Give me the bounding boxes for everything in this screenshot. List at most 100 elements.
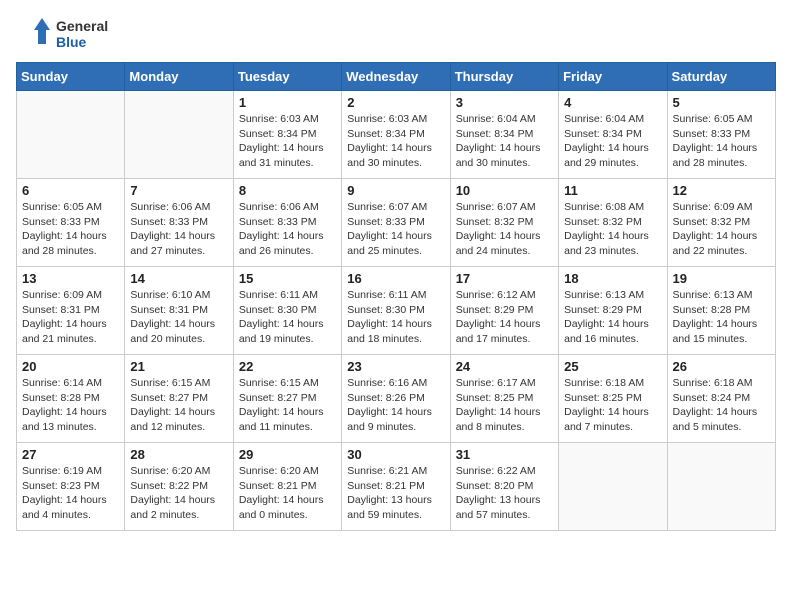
day-number: 5 xyxy=(673,95,770,110)
day-number: 6 xyxy=(22,183,119,198)
day-info: Sunrise: 6:04 AM Sunset: 8:34 PM Dayligh… xyxy=(456,112,553,171)
calendar-cell: 16Sunrise: 6:11 AM Sunset: 8:30 PM Dayli… xyxy=(342,267,450,355)
calendar-week-row: 6 Sunrise: 6:05 AM Sunset: 8:33 PM Daylig… xyxy=(17,179,776,267)
day-number: 21 xyxy=(130,359,227,374)
day-info: Sunrise: 6:15 AM Sunset: 8:27 PM Dayligh… xyxy=(130,376,227,435)
day-info: Sunrise: 6:05 AM Sunset: 8:33 PM Dayligh… xyxy=(22,200,119,259)
calendar-cell: 3 Sunrise: 6:04 AM Sunset: 8:34 PM Daylig… xyxy=(450,91,558,179)
calendar-cell: 29Sunrise: 6:20 AM Sunset: 8:21 PM Dayli… xyxy=(233,443,341,531)
weekday-header: Wednesday xyxy=(342,63,450,91)
day-info: Sunrise: 6:06 AM Sunset: 8:33 PM Dayligh… xyxy=(130,200,227,259)
calendar-cell: 14 Sunrise: 6:10 AM Sunset: 8:31 PM Dayli… xyxy=(125,267,233,355)
calendar-cell: 18 Sunrise: 6:13 AM Sunset: 8:29 PM Dayli… xyxy=(559,267,667,355)
day-number: 29 xyxy=(239,447,336,462)
day-number: 14 xyxy=(130,271,227,286)
day-number: 17 xyxy=(456,271,553,286)
day-info: Sunrise: 6:13 AM Sunset: 8:29 PM Dayligh… xyxy=(564,288,661,347)
weekday-header: Saturday xyxy=(667,63,775,91)
weekday-header: Friday xyxy=(559,63,667,91)
logo-text: General Blue xyxy=(56,18,108,50)
day-number: 22 xyxy=(239,359,336,374)
day-number: 24 xyxy=(456,359,553,374)
day-info: Sunrise: 6:20 AM Sunset: 8:22 PM Dayligh… xyxy=(130,464,227,523)
page-header: General Blue xyxy=(16,16,776,52)
calendar-cell: 24 Sunrise: 6:17 AM Sunset: 8:25 PM Dayli… xyxy=(450,355,558,443)
weekday-header-row: SundayMondayTuesdayWednesdayThursdayFrid… xyxy=(17,63,776,91)
day-info: Sunrise: 6:18 AM Sunset: 8:24 PM Dayligh… xyxy=(673,376,770,435)
day-info: Sunrise: 6:09 AM Sunset: 8:32 PM Dayligh… xyxy=(673,200,770,259)
calendar-cell: 31 Sunrise: 6:22 AM Sunset: 8:20 PM Dayli… xyxy=(450,443,558,531)
day-number: 18 xyxy=(564,271,661,286)
calendar-cell: 21 Sunrise: 6:15 AM Sunset: 8:27 PM Dayli… xyxy=(125,355,233,443)
day-number: 27 xyxy=(22,447,119,462)
day-number: 11 xyxy=(564,183,661,198)
calendar-cell: 6 Sunrise: 6:05 AM Sunset: 8:33 PM Daylig… xyxy=(17,179,125,267)
day-number: 4 xyxy=(564,95,661,110)
calendar-week-row: 20 Sunrise: 6:14 AM Sunset: 8:28 PM Dayli… xyxy=(17,355,776,443)
calendar-cell xyxy=(125,91,233,179)
day-info: Sunrise: 6:07 AM Sunset: 8:32 PM Dayligh… xyxy=(456,200,553,259)
day-number: 31 xyxy=(456,447,553,462)
day-info: Sunrise: 6:08 AM Sunset: 8:32 PM Dayligh… xyxy=(564,200,661,259)
day-number: 19 xyxy=(673,271,770,286)
calendar-cell xyxy=(17,91,125,179)
day-number: 3 xyxy=(456,95,553,110)
day-number: 25 xyxy=(564,359,661,374)
calendar-cell: 9 Sunrise: 6:07 AM Sunset: 8:33 PM Daylig… xyxy=(342,179,450,267)
calendar-cell: 23 Sunrise: 6:16 AM Sunset: 8:26 PM Dayli… xyxy=(342,355,450,443)
day-number: 7 xyxy=(130,183,227,198)
day-number: 26 xyxy=(673,359,770,374)
day-info: Sunrise: 6:09 AM Sunset: 8:31 PM Dayligh… xyxy=(22,288,119,347)
day-number: 15 xyxy=(239,271,336,286)
calendar-cell xyxy=(559,443,667,531)
calendar-cell: 25Sunrise: 6:18 AM Sunset: 8:25 PM Dayli… xyxy=(559,355,667,443)
calendar-cell xyxy=(667,443,775,531)
calendar-week-row: 13 Sunrise: 6:09 AM Sunset: 8:31 PM Dayli… xyxy=(17,267,776,355)
calendar-cell: 11 Sunrise: 6:08 AM Sunset: 8:32 PM Dayli… xyxy=(559,179,667,267)
day-number: 12 xyxy=(673,183,770,198)
calendar-table: SundayMondayTuesdayWednesdayThursdayFrid… xyxy=(16,62,776,531)
calendar-cell: 20 Sunrise: 6:14 AM Sunset: 8:28 PM Dayli… xyxy=(17,355,125,443)
calendar-cell: 26 Sunrise: 6:18 AM Sunset: 8:24 PM Dayli… xyxy=(667,355,775,443)
day-info: Sunrise: 6:11 AM Sunset: 8:30 PM Dayligh… xyxy=(347,288,444,347)
logo-svg xyxy=(16,16,52,52)
day-info: Sunrise: 6:16 AM Sunset: 8:26 PM Dayligh… xyxy=(347,376,444,435)
calendar-cell: 7 Sunrise: 6:06 AM Sunset: 8:33 PM Daylig… xyxy=(125,179,233,267)
day-info: Sunrise: 6:06 AM Sunset: 8:33 PM Dayligh… xyxy=(239,200,336,259)
day-number: 8 xyxy=(239,183,336,198)
day-info: Sunrise: 6:03 AM Sunset: 8:34 PM Dayligh… xyxy=(347,112,444,171)
calendar-cell: 2Sunrise: 6:03 AM Sunset: 8:34 PM Daylig… xyxy=(342,91,450,179)
calendar-cell: 13 Sunrise: 6:09 AM Sunset: 8:31 PM Dayli… xyxy=(17,267,125,355)
weekday-header: Thursday xyxy=(450,63,558,91)
day-number: 9 xyxy=(347,183,444,198)
day-number: 10 xyxy=(456,183,553,198)
day-info: Sunrise: 6:03 AM Sunset: 8:34 PM Dayligh… xyxy=(239,112,336,171)
day-info: Sunrise: 6:10 AM Sunset: 8:31 PM Dayligh… xyxy=(130,288,227,347)
calendar-week-row: 27 Sunrise: 6:19 AM Sunset: 8:23 PM Dayli… xyxy=(17,443,776,531)
day-info: Sunrise: 6:22 AM Sunset: 8:20 PM Dayligh… xyxy=(456,464,553,523)
day-number: 20 xyxy=(22,359,119,374)
calendar-cell: 1 Sunrise: 6:03 AM Sunset: 8:34 PM Daylig… xyxy=(233,91,341,179)
calendar-cell: 27 Sunrise: 6:19 AM Sunset: 8:23 PM Dayli… xyxy=(17,443,125,531)
day-number: 1 xyxy=(239,95,336,110)
day-info: Sunrise: 6:14 AM Sunset: 8:28 PM Dayligh… xyxy=(22,376,119,435)
calendar-cell: 8 Sunrise: 6:06 AM Sunset: 8:33 PM Daylig… xyxy=(233,179,341,267)
day-info: Sunrise: 6:19 AM Sunset: 8:23 PM Dayligh… xyxy=(22,464,119,523)
calendar-cell: 4 Sunrise: 6:04 AM Sunset: 8:34 PM Daylig… xyxy=(559,91,667,179)
day-number: 28 xyxy=(130,447,227,462)
day-info: Sunrise: 6:07 AM Sunset: 8:33 PM Dayligh… xyxy=(347,200,444,259)
day-info: Sunrise: 6:11 AM Sunset: 8:30 PM Dayligh… xyxy=(239,288,336,347)
day-info: Sunrise: 6:17 AM Sunset: 8:25 PM Dayligh… xyxy=(456,376,553,435)
day-number: 13 xyxy=(22,271,119,286)
day-number: 23 xyxy=(347,359,444,374)
calendar-cell: 10 Sunrise: 6:07 AM Sunset: 8:32 PM Dayli… xyxy=(450,179,558,267)
day-info: Sunrise: 6:15 AM Sunset: 8:27 PM Dayligh… xyxy=(239,376,336,435)
calendar-cell: 17 Sunrise: 6:12 AM Sunset: 8:29 PM Dayli… xyxy=(450,267,558,355)
day-info: Sunrise: 6:21 AM Sunset: 8:21 PM Dayligh… xyxy=(347,464,444,523)
day-info: Sunrise: 6:05 AM Sunset: 8:33 PM Dayligh… xyxy=(673,112,770,171)
day-info: Sunrise: 6:04 AM Sunset: 8:34 PM Dayligh… xyxy=(564,112,661,171)
calendar-cell: 12 Sunrise: 6:09 AM Sunset: 8:32 PM Dayli… xyxy=(667,179,775,267)
calendar-cell: 22 Sunrise: 6:15 AM Sunset: 8:27 PM Dayli… xyxy=(233,355,341,443)
calendar-week-row: 1 Sunrise: 6:03 AM Sunset: 8:34 PM Daylig… xyxy=(17,91,776,179)
day-info: Sunrise: 6:12 AM Sunset: 8:29 PM Dayligh… xyxy=(456,288,553,347)
